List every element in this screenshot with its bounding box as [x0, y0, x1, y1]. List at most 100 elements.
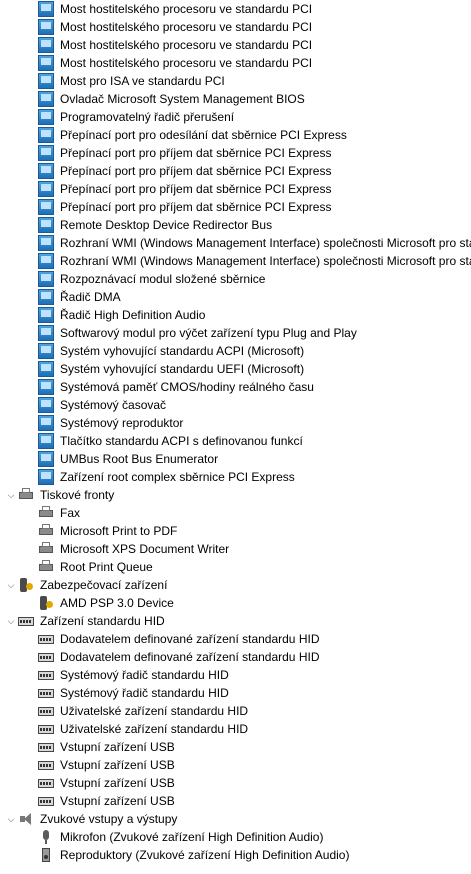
tree-item-label: UMBus Root Bus Enumerator [60, 452, 219, 466]
tree-item-printer[interactable]: Root Print Queue [0, 558, 471, 576]
tree-item-system-device[interactable]: Přepínací port pro příjem dat sběrnice P… [0, 198, 471, 216]
tree-item-hid-device[interactable]: Uživatelské zařízení standardu HID [0, 702, 471, 720]
tree-item-label: Microsoft Print to PDF [60, 524, 178, 538]
tree-group-hid[interactable]: ⌵ Zařízení standardu HID [0, 612, 471, 630]
system-device-icon [38, 451, 54, 467]
tree-item-label: Most hostitelského procesoru ve standard… [60, 56, 313, 70]
tree-item-microphone[interactable]: Mikrofon (Zvukové zařízení High Definiti… [0, 828, 471, 846]
tree-item-system-device[interactable]: Rozpoznávací modul složené sběrnice [0, 270, 471, 288]
tree-item-label: Rozpoznávací modul složené sběrnice [60, 272, 266, 286]
tree-item-hid-device[interactable]: Vstupní zařízení USB [0, 738, 471, 756]
system-device-icon [38, 253, 54, 269]
tree-item-hid-device[interactable]: Uživatelské zařízení standardu HID [0, 720, 471, 738]
tree-item-hid-device[interactable]: Dodavatelem definované zařízení standard… [0, 648, 471, 666]
tree-item-label: Vstupní zařízení USB [60, 758, 175, 772]
tree-item-security-device[interactable]: AMD PSP 3.0 Device [0, 594, 471, 612]
tree-item-label: Systémový řadič standardu HID [60, 686, 229, 700]
tree-item-system-device[interactable]: Tlačítko standardu ACPI s definovanou fu… [0, 432, 471, 450]
system-device-icon [38, 289, 54, 305]
tree-item-system-device[interactable]: Most hostitelského procesoru ve standard… [0, 54, 471, 72]
speaker-icon [18, 811, 34, 827]
tree-item-hid-device[interactable]: Systémový řadič standardu HID [0, 666, 471, 684]
tree-item-hid-device[interactable]: Systémový řadič standardu HID [0, 684, 471, 702]
tree-group-label: Zařízení standardu HID [40, 614, 165, 628]
tree-item-label: Most hostitelského procesoru ve standard… [60, 20, 313, 34]
tree-item-label: Systémový časovač [60, 398, 167, 412]
tree-item-label: Vstupní zařízení USB [60, 794, 175, 808]
printer-icon [18, 487, 34, 503]
tree-item-label: Systém vyhovující standardu ACPI (Micros… [60, 344, 305, 358]
tree-group-security[interactable]: ⌵ Zabezpečovací zařízení [0, 576, 471, 594]
tree-item-hid-device[interactable]: Vstupní zařízení USB [0, 792, 471, 810]
hid-device-icon [38, 649, 54, 665]
chevron-down-icon[interactable]: ⌵ [4, 486, 18, 504]
tree-item-printer[interactable]: Fax [0, 504, 471, 522]
tree-item-system-device[interactable]: Systém vyhovující standardu ACPI (Micros… [0, 342, 471, 360]
tree-item-hid-device[interactable]: Vstupní zařízení USB [0, 756, 471, 774]
tree-item-label: Vstupní zařízení USB [60, 776, 175, 790]
tree-item-system-device[interactable]: Přepínací port pro příjem dat sběrnice P… [0, 144, 471, 162]
device-tree: Most hostitelského procesoru ve standard… [0, 0, 471, 874]
tree-item-label: Fax [60, 506, 81, 520]
tree-item-system-device[interactable]: Systém vyhovující standardu UEFI (Micros… [0, 360, 471, 378]
tree-item-system-device[interactable]: Systémová paměť CMOS/hodiny reálného čas… [0, 378, 471, 396]
tree-item-label: Microsoft XPS Document Writer [60, 542, 230, 556]
chevron-down-icon[interactable]: ⌵ [4, 810, 18, 828]
hid-device-icon [38, 757, 54, 773]
tree-item-label: Přepínací port pro příjem dat sběrnice P… [60, 200, 332, 214]
hid-device-icon [38, 703, 54, 719]
printer-icon [38, 559, 54, 575]
chevron-down-icon[interactable]: ⌵ [4, 576, 18, 594]
chevron-down-icon[interactable]: ⌵ [4, 612, 18, 630]
tree-item-system-device[interactable]: Softwarový modul pro výčet zařízení typu… [0, 324, 471, 342]
system-device-icon [38, 73, 54, 89]
tree-item-hid-device[interactable]: Dodavatelem definované zařízení standard… [0, 630, 471, 648]
hid-device-icon [38, 721, 54, 737]
tree-item-system-device[interactable]: Systémový reproduktor [0, 414, 471, 432]
tree-item-system-device[interactable]: Most hostitelského procesoru ve standard… [0, 18, 471, 36]
tree-item-system-device[interactable]: Přepínací port pro odesílání dat sběrnic… [0, 126, 471, 144]
tree-item-system-device[interactable]: Most pro ISA ve standardu PCI [0, 72, 471, 90]
tree-item-label: Remote Desktop Device Redirector Bus [60, 218, 273, 232]
tree-item-label: Vstupní zařízení USB [60, 740, 175, 754]
hid-device-icon [38, 631, 54, 647]
tree-item-system-device[interactable]: Programovatelný řadič přerušení [0, 108, 471, 126]
tree-item-system-device[interactable]: Přepínací port pro příjem dat sběrnice P… [0, 180, 471, 198]
tree-item-label: Řadič High Definition Audio [60, 308, 206, 322]
tree-item-hid-device[interactable]: Vstupní zařízení USB [0, 774, 471, 792]
tree-group-label: Zvukové vstupy a výstupy [40, 812, 178, 826]
tree-item-system-device[interactable]: Systémový časovač [0, 396, 471, 414]
tree-item-label: Uživatelské zařízení standardu HID [60, 704, 249, 718]
tree-item-system-device[interactable]: Rozhraní WMI (Windows Management Interfa… [0, 234, 471, 252]
tree-item-system-device[interactable]: Přepínací port pro příjem dat sběrnice P… [0, 162, 471, 180]
system-device-icon [38, 217, 54, 233]
tree-item-label: Mikrofon (Zvukové zařízení High Definiti… [60, 830, 324, 844]
tree-item-label: Systémový reproduktor [60, 416, 184, 430]
tree-item-printer[interactable]: Microsoft Print to PDF [0, 522, 471, 540]
tree-item-speakers[interactable]: Reproduktory (Zvukové zařízení High Defi… [0, 846, 471, 864]
tree-item-label: Přepínací port pro příjem dat sběrnice P… [60, 146, 332, 160]
tree-item-label: Tlačítko standardu ACPI s definovanou fu… [60, 434, 303, 448]
system-device-icon [38, 1, 54, 17]
hid-device-icon [38, 685, 54, 701]
system-device-icon [38, 19, 54, 35]
tree-item-system-device[interactable]: UMBus Root Bus Enumerator [0, 450, 471, 468]
tree-item-printer[interactable]: Microsoft XPS Document Writer [0, 540, 471, 558]
tree-item-system-device[interactable]: Most hostitelského procesoru ve standard… [0, 36, 471, 54]
system-device-icon [38, 91, 54, 107]
tree-item-system-device[interactable]: Ovladač Microsoft System Management BIOS [0, 90, 471, 108]
system-device-icon [38, 235, 54, 251]
tree-item-system-device[interactable]: Řadič DMA [0, 288, 471, 306]
tree-item-system-device[interactable]: Zařízení root complex sběrnice PCI Expre… [0, 468, 471, 486]
tree-group-audio[interactable]: ⌵ Zvukové vstupy a výstupy [0, 810, 471, 828]
tree-group-print-queues[interactable]: ⌵ Tiskové fronty [0, 486, 471, 504]
system-device-icon [38, 307, 54, 323]
tree-item-system-device[interactable]: Rozhraní WMI (Windows Management Interfa… [0, 252, 471, 270]
tree-item-label: Most pro ISA ve standardu PCI [60, 74, 225, 88]
tree-item-label: Systémová paměť CMOS/hodiny reálného čas… [60, 380, 314, 394]
tree-item-system-device[interactable]: Most hostitelského procesoru ve standard… [0, 0, 471, 18]
tree-item-system-device[interactable]: Remote Desktop Device Redirector Bus [0, 216, 471, 234]
system-device-icon [38, 379, 54, 395]
hid-device-icon [38, 667, 54, 683]
tree-item-system-device[interactable]: Řadič High Definition Audio [0, 306, 471, 324]
